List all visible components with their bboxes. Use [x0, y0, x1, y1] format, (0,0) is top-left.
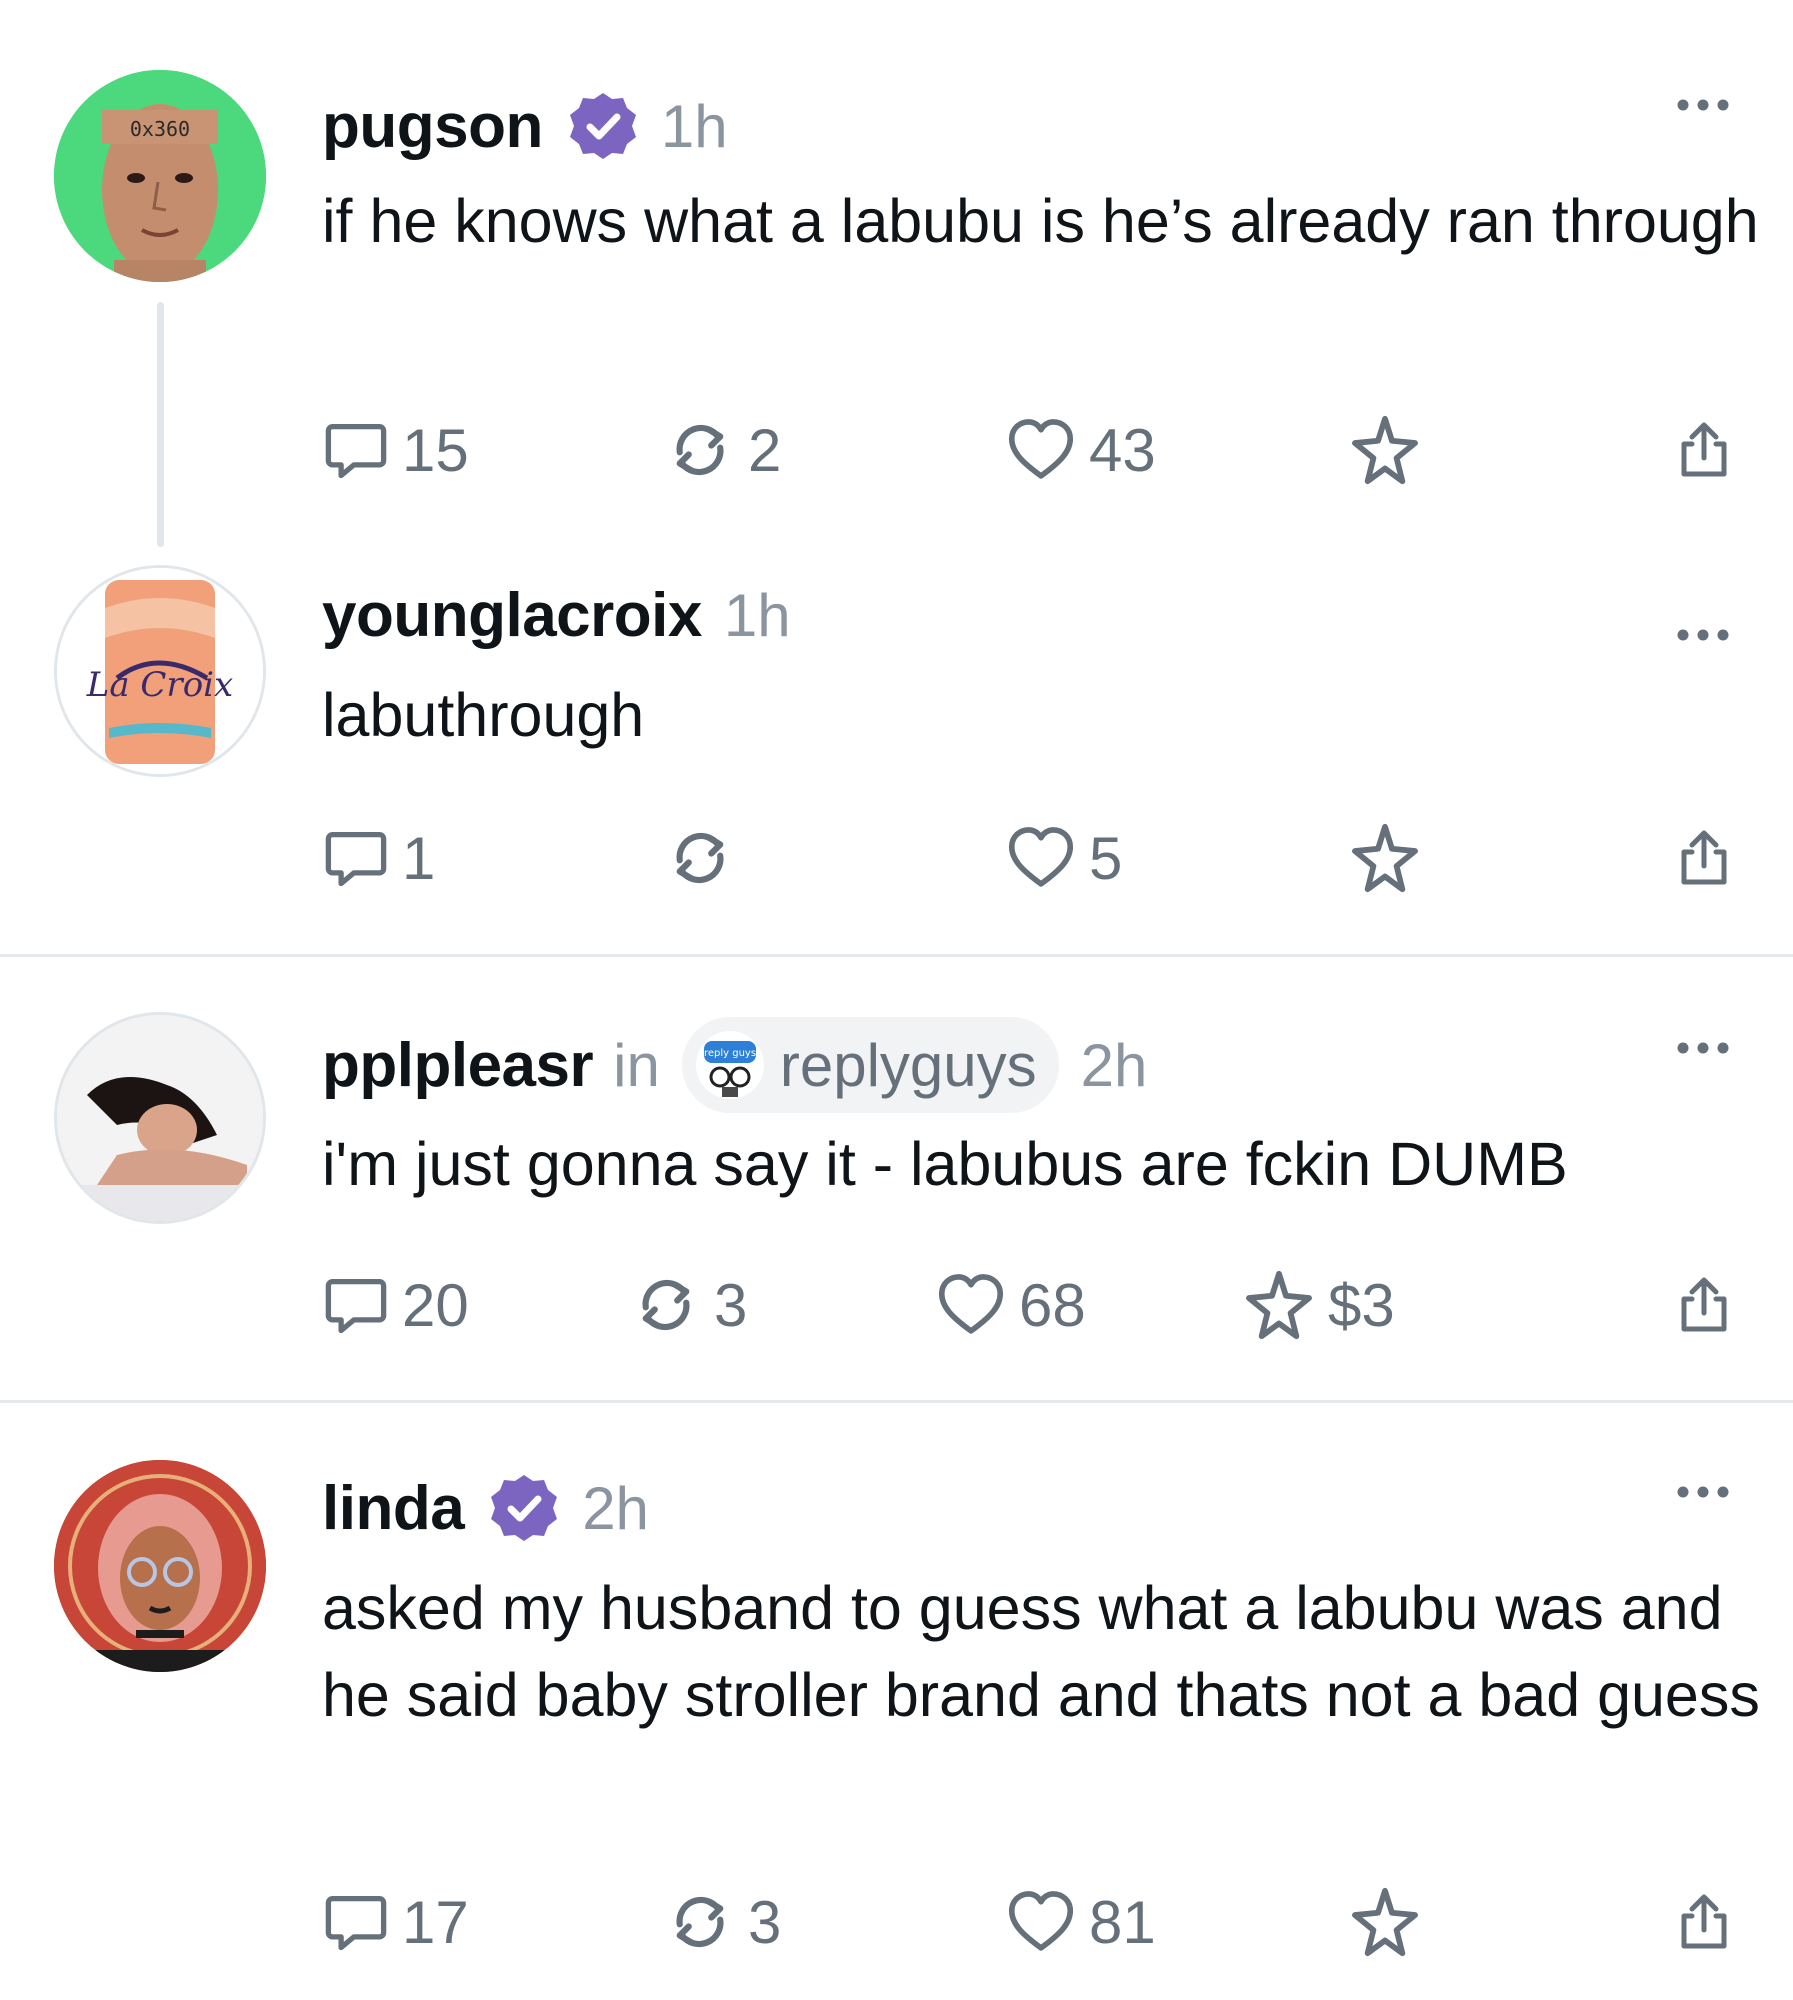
avatar-linda-image	[54, 1460, 266, 1672]
reply-button[interactable]: 17	[322, 1882, 469, 1962]
username[interactable]: younglacroix	[322, 580, 702, 651]
like-icon	[1005, 414, 1077, 486]
timestamp[interactable]: 1h	[661, 92, 728, 161]
community-name: replyguys	[779, 1031, 1037, 1099]
avatar-tattoo-text: 0x360	[130, 117, 190, 141]
reply-button[interactable]: 20	[322, 1265, 469, 1345]
avatar-can-text: La Croix	[86, 665, 233, 705]
reply-count: 17	[402, 1888, 469, 1956]
avatar-pugson[interactable]: 0x360	[54, 70, 266, 282]
bookmark-star-icon	[1348, 1885, 1422, 1959]
tip-button[interactable]: $3	[1242, 1265, 1395, 1345]
more-icon[interactable]	[1675, 1038, 1731, 1058]
divider	[0, 1400, 1793, 1403]
recast-icon	[664, 822, 736, 894]
share-icon	[1672, 1890, 1736, 1954]
reply-icon	[322, 824, 390, 892]
bookmark-button[interactable]	[1348, 410, 1422, 490]
avatar-younglacroix-image: La Croix	[57, 568, 263, 774]
reply-icon	[322, 1271, 390, 1339]
share-button[interactable]	[1672, 1265, 1736, 1345]
community-chip[interactable]: reply guys replyguys	[681, 1017, 1059, 1113]
avatar-pugson-image: 0x360	[54, 70, 266, 282]
username[interactable]: linda	[322, 1473, 465, 1544]
like-count: 68	[1019, 1271, 1086, 1339]
like-count: 81	[1089, 1888, 1156, 1956]
recast-button[interactable]: 2	[664, 410, 781, 490]
username[interactable]: pugson	[322, 91, 543, 162]
recast-icon	[664, 414, 736, 486]
bookmark-star-icon	[1348, 413, 1422, 487]
reply-icon	[322, 1888, 390, 1956]
share-icon	[1672, 1273, 1736, 1337]
recast-button[interactable]: 3	[630, 1265, 747, 1345]
post-text: asked my husband to guess what a labubu …	[322, 1574, 1760, 1729]
divider	[0, 954, 1793, 957]
verified-icon	[567, 90, 639, 162]
timestamp[interactable]: 2h	[582, 1474, 649, 1543]
timestamp[interactable]: 2h	[1081, 1031, 1148, 1100]
like-count: 5	[1089, 824, 1123, 892]
avatar-pplpleasr[interactable]	[54, 1012, 266, 1224]
like-icon	[1005, 822, 1077, 894]
action-bar: 20 3 68 $3	[0, 1265, 1793, 1345]
tip-amount: $3	[1328, 1271, 1395, 1339]
bookmark-button[interactable]	[1348, 1882, 1422, 1962]
reply-count: 15	[402, 416, 469, 484]
recast-count: 2	[748, 416, 782, 484]
like-button[interactable]: 5	[1005, 818, 1122, 898]
post-text: i'm just gonna say it - labubus are fcki…	[322, 1130, 1568, 1198]
more-icon[interactable]	[1675, 1482, 1731, 1502]
like-icon	[1005, 1886, 1077, 1958]
like-button[interactable]: 81	[1005, 1882, 1156, 1962]
like-count: 43	[1089, 416, 1156, 484]
reply-button[interactable]: 1	[322, 818, 435, 898]
recast-button[interactable]	[664, 818, 748, 898]
community-icon-text: reply guys	[704, 1048, 756, 1059]
recast-icon	[664, 1886, 736, 1958]
action-bar: 1 5	[0, 818, 1793, 898]
in-label: in	[613, 1031, 660, 1099]
more-icon[interactable]	[1675, 95, 1731, 115]
reply-count: 20	[402, 1271, 469, 1339]
reply-button[interactable]: 15	[322, 410, 469, 490]
recast-count: 3	[714, 1271, 748, 1339]
post-header: pugson 1h	[322, 78, 728, 174]
avatar-younglacroix[interactable]: La Croix	[54, 565, 266, 777]
post-text: if he knows what a labubu is he’s alread…	[322, 187, 1759, 255]
share-button[interactable]	[1672, 410, 1736, 490]
avatar-linda[interactable]	[54, 1460, 266, 1672]
like-icon	[935, 1269, 1007, 1341]
reply-icon	[322, 416, 390, 484]
like-button[interactable]: 43	[1005, 410, 1156, 490]
recast-icon	[630, 1269, 702, 1341]
username[interactable]: pplpleasr	[322, 1030, 594, 1101]
post-header: younglacroix 1h	[322, 567, 791, 663]
recast-button[interactable]: 3	[664, 1882, 781, 1962]
reply-count: 1	[402, 824, 436, 892]
timestamp[interactable]: 1h	[724, 581, 791, 650]
bookmark-star-icon	[1348, 821, 1422, 895]
post-header: linda 2h	[322, 1460, 649, 1556]
post-header: pplpleasr in reply guys replyguys 2h	[322, 1015, 1147, 1115]
share-icon	[1672, 418, 1736, 482]
like-button[interactable]: 68	[935, 1265, 1086, 1345]
more-icon[interactable]	[1675, 625, 1731, 645]
share-icon	[1672, 826, 1736, 890]
share-button[interactable]	[1672, 818, 1736, 898]
community-icon: reply guys	[695, 1031, 764, 1099]
recast-count: 3	[748, 1888, 782, 1956]
post-text: labuthrough	[322, 681, 645, 749]
bookmark-button[interactable]	[1348, 818, 1422, 898]
avatar-pplpleasr-image	[57, 1015, 263, 1221]
verified-icon	[488, 1472, 560, 1544]
bookmark-star-icon	[1242, 1268, 1316, 1342]
action-bar: 17 3 81	[0, 1882, 1793, 1962]
share-button[interactable]	[1672, 1882, 1736, 1962]
action-bar: 15 2 43	[0, 410, 1793, 490]
